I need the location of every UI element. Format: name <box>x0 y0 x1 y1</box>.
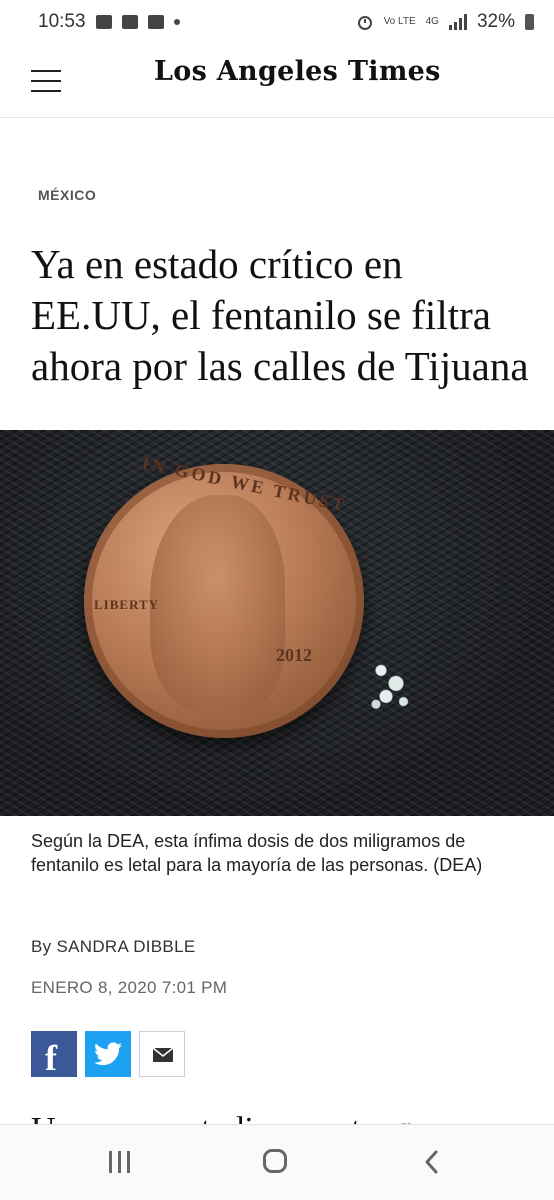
battery-icon <box>525 14 534 30</box>
site-logo[interactable]: Los Angeles Times <box>154 56 441 87</box>
article-headline: Ya en estado crítico en EE.UU, el fentan… <box>31 241 529 389</box>
alarm-icon <box>357 16 372 30</box>
hamburger-menu-icon[interactable] <box>31 70 61 92</box>
recents-bar <box>118 1151 121 1173</box>
network-indicator: 4G <box>425 16 439 27</box>
recents-bar <box>127 1151 130 1173</box>
recents-bar <box>109 1151 112 1173</box>
facebook-icon: f <box>45 1038 57 1078</box>
gallery-icon <box>95 15 112 29</box>
site-header: Los Angeles Times <box>0 44 554 118</box>
menu-line <box>31 80 61 82</box>
image-caption: Según la DEA, esta ínfima dosis de dos m… <box>31 831 483 875</box>
coin-liberty: LIBERTY <box>94 597 160 612</box>
back-icon[interactable] <box>420 1149 444 1175</box>
facebook-notification-icon <box>121 15 138 29</box>
status-bar: 10:53 Vo LTE 4G 32% <box>0 0 554 44</box>
status-right: Vo LTE 4G 32% <box>356 11 534 33</box>
facebook-notification-icon <box>147 15 164 29</box>
notification-dot-icon <box>173 19 180 25</box>
status-left: 10:53 <box>38 11 180 33</box>
section-label[interactable]: MÉXICO <box>38 187 96 203</box>
byline[interactable]: By SANDRA DIBBLE <box>31 937 195 957</box>
coin-portrait <box>150 495 285 710</box>
share-facebook-button[interactable]: f <box>31 1031 77 1078</box>
menu-line <box>31 90 61 92</box>
share-twitter-button[interactable] <box>85 1031 131 1077</box>
recent-apps-icon[interactable] <box>109 1151 133 1173</box>
menu-line <box>31 70 61 72</box>
battery-percent: 32% <box>476 11 515 32</box>
fentanyl-powder <box>366 660 416 712</box>
volte-indicator: Vo LTE <box>383 16 416 27</box>
coin-year: 2012 <box>276 645 312 665</box>
status-time: 10:53 <box>38 11 86 32</box>
system-nav-bar <box>0 1124 554 1200</box>
share-email-button[interactable] <box>139 1031 185 1077</box>
publish-date: ENERO 8, 2020 7:01 PM <box>31 978 228 997</box>
signal-icon <box>448 14 467 30</box>
email-icon <box>153 1048 173 1062</box>
twitter-icon <box>94 1042 122 1066</box>
home-icon[interactable] <box>263 1149 287 1173</box>
